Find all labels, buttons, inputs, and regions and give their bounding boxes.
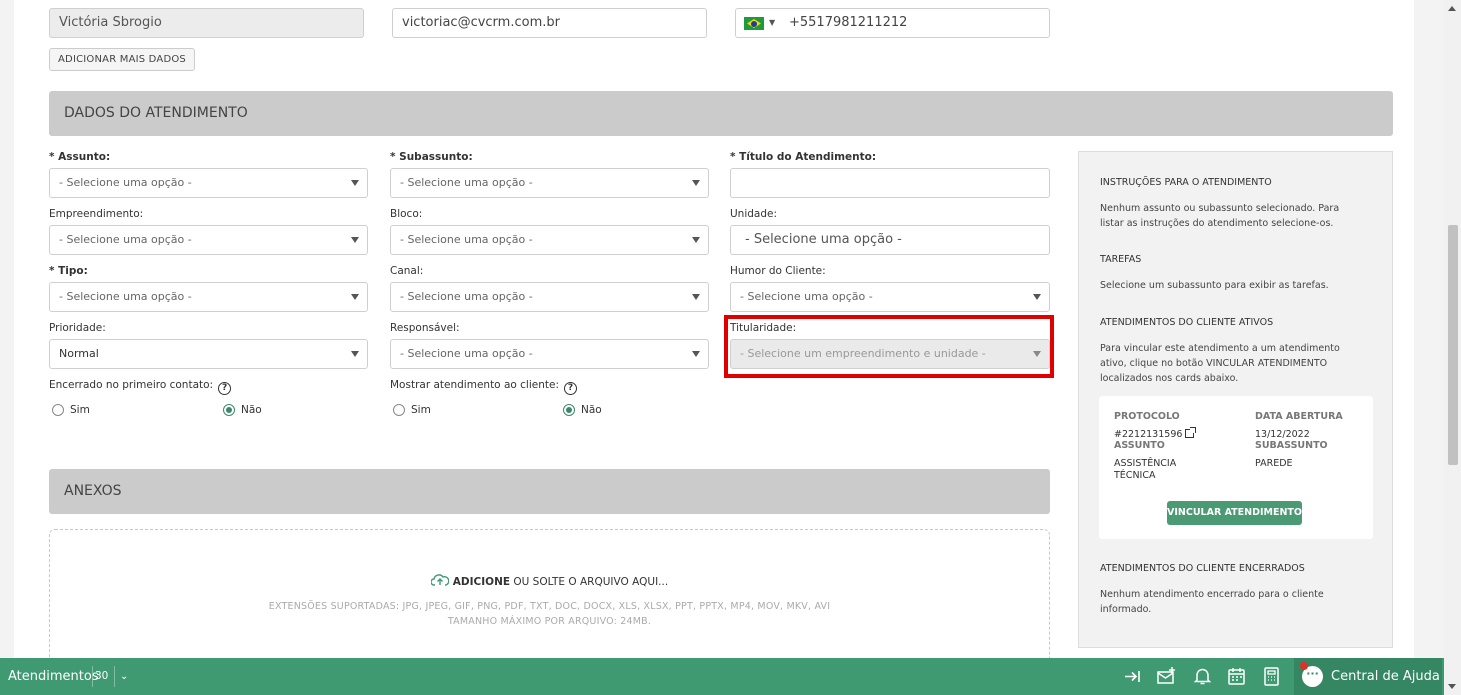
protocolo-label: PROTOCOLO (1114, 411, 1180, 422)
chevron-down-icon (692, 180, 700, 186)
ativos-text: Para vincular este atendimento a um aten… (1100, 343, 1340, 384)
assunto-card-label: ASSUNTO (1114, 440, 1165, 451)
file-dropzone[interactable]: ADICIONE OU SOLTE O ARQUIVO AQUI... EXTE… (49, 529, 1050, 669)
calculator-icon[interactable] (1261, 666, 1282, 687)
mostrar-label: Mostrar atendimento ao cliente:? (390, 379, 577, 395)
titularidade-highlight (724, 315, 1054, 378)
empreendimento-label: Empreendimento: (49, 208, 144, 220)
contact-phone-field[interactable]: ▼ +5517981211212 (735, 8, 1050, 38)
dropzone-prompt[interactable]: ADICIONE OU SOLTE O ARQUIVO AQUI... (50, 574, 1049, 588)
subassunto-card-label: SUBASSUNTO (1255, 440, 1328, 451)
notification-dot (1300, 662, 1308, 670)
encerrado-nao-radio[interactable]: Não (223, 404, 262, 416)
encerrados-title: ATENDIMENTOS DO CLIENTE ENCERRADOS (1100, 563, 1305, 574)
tipo-select[interactable]: - Selecione uma opção - (49, 282, 368, 312)
scroll-up-icon[interactable] (1448, 6, 1456, 11)
tipo-label: * Tipo: (49, 265, 88, 277)
bloco-select[interactable]: - Selecione uma opção - (390, 225, 709, 255)
canal-label: Canal: (390, 265, 424, 277)
subassunto-select[interactable]: - Selecione uma opção - (390, 168, 709, 198)
section-dados-atendimento: DADOS DO ATENDIMENTO (49, 91, 1393, 136)
canal-select[interactable]: - Selecione uma opção - (390, 282, 709, 312)
instr-text: Nenhum assunto ou subassunto selecionado… (1100, 203, 1340, 229)
bloco-label: Bloco: (390, 208, 423, 220)
humor-select[interactable]: - Selecione uma opção - (730, 282, 1050, 312)
instructions-panel: INSTRUÇÕES PARA O ATENDIMENTO Nenhum ass… (1078, 151, 1393, 648)
help-icon[interactable]: ? (563, 382, 577, 395)
responsavel-select[interactable]: - Selecione uma opção - (390, 339, 709, 369)
vincular-atendimento-button[interactable]: VINCULAR ATENDIMENTO (1167, 501, 1302, 525)
scrollbar[interactable] (1444, 0, 1461, 658)
add-file-link[interactable]: ADICIONE (453, 576, 510, 588)
chevron-down-icon (351, 294, 359, 300)
bottom-bar: Atendimentos 30 ⌄ Central de Ajuda (0, 658, 1461, 695)
calendar-icon[interactable] (1226, 666, 1247, 687)
tarefas-text: Selecione um subassunto para exibir as t… (1100, 280, 1329, 291)
unidade-select[interactable]: - Selecione uma opção - (730, 225, 1050, 255)
responsavel-label: Responsável: (390, 322, 460, 334)
contact-name-field[interactable]: Victória Sbrogio (49, 8, 364, 38)
humor-label: Humor do Cliente: (730, 265, 826, 277)
divider (114, 666, 115, 687)
titulo-label: * Título do Atendimento: (730, 151, 877, 163)
brazil-flag-icon[interactable] (744, 17, 764, 30)
prioridade-select[interactable]: Normal (49, 339, 368, 369)
chevron-down-icon (1033, 294, 1041, 300)
help-icon[interactable]: ? (218, 382, 232, 395)
assunto-card-value: ASSISTÊNCIA TÉCNICA (1114, 458, 1177, 481)
mostrar-sim-radio[interactable]: Sim (393, 404, 431, 416)
add-more-data-button[interactable]: ADICIONAR MAIS DADOS (49, 48, 195, 71)
assunto-select[interactable]: - Selecione uma opção - (49, 168, 368, 198)
scroll-thumb[interactable] (1448, 225, 1458, 465)
encerrado-sim-radio[interactable]: Sim (52, 404, 90, 416)
bell-icon[interactable] (1192, 666, 1213, 687)
chevron-down-icon (351, 180, 359, 186)
prioridade-label: Prioridade: (49, 322, 106, 334)
chevron-down-icon[interactable]: ⌄ (120, 658, 128, 695)
atendimento-card: PROTOCOLO #2212131596 DATA ABERTURA 13/1… (1099, 396, 1373, 539)
subassunto-card-value: PAREDE (1255, 458, 1293, 469)
max-size-text: TAMANHO MÁXIMO POR ARQUIVO: 24MB. (447, 616, 652, 627)
mostrar-nao-radio[interactable]: Não (563, 404, 602, 416)
unidade-label: Unidade: (730, 208, 778, 220)
chevron-down-icon (351, 237, 359, 243)
data-abertura-label: DATA ABERTURA (1255, 411, 1343, 422)
subassunto-label: * Subassunto: (390, 151, 473, 163)
ativos-title: ATENDIMENTOS DO CLIENTE ATIVOS (1100, 317, 1274, 328)
divider (92, 666, 93, 687)
phone-number[interactable]: +5517981211212 (789, 9, 907, 37)
chevron-down-icon (692, 237, 700, 243)
help-center-label: Central de Ajuda (1331, 669, 1440, 684)
extensions-text: EXTENSÕES SUPORTADAS: JPG, JPEG, GIF, PN… (268, 601, 831, 612)
encerrados-text: Nenhum atendimento encerrado para o clie… (1100, 589, 1324, 615)
section-anexos: ANEXOS (49, 469, 1050, 514)
atendimentos-menu[interactable]: Atendimentos (8, 658, 99, 695)
help-center-button[interactable]: Central de Ajuda (1294, 658, 1442, 695)
page-content: Victória Sbrogio victoriac@cvcrm.com.br … (14, 0, 1414, 695)
tarefas-title: TAREFAS (1100, 254, 1142, 265)
drop-text: OU SOLTE O ARQUIVO AQUI... (513, 576, 669, 588)
contact-email-field[interactable]: victoriac@cvcrm.com.br (392, 8, 707, 38)
encerrado-label: Encerrado no primeiro contato:? (49, 379, 232, 395)
mail-add-icon[interactable] (1156, 666, 1177, 687)
assunto-label: * Assunto: (49, 151, 111, 163)
atendimentos-count: 30 (95, 670, 109, 682)
scrollbar-bottom[interactable] (1444, 658, 1461, 695)
chevron-down-icon (692, 351, 700, 357)
empreendimento-select[interactable]: - Selecione uma opção - (49, 225, 368, 255)
cloud-upload-icon (430, 574, 449, 586)
chevron-down-icon (351, 351, 359, 357)
country-caret-icon[interactable]: ▼ (769, 9, 775, 37)
chevron-down-icon (692, 294, 700, 300)
titulo-input[interactable] (730, 168, 1050, 198)
scroll-down-icon[interactable] (1448, 684, 1456, 689)
external-link-icon[interactable] (1185, 427, 1197, 438)
logout-arrow-icon[interactable] (1122, 666, 1143, 687)
instr-title: INSTRUÇÕES PARA O ATENDIMENTO (1100, 177, 1272, 188)
